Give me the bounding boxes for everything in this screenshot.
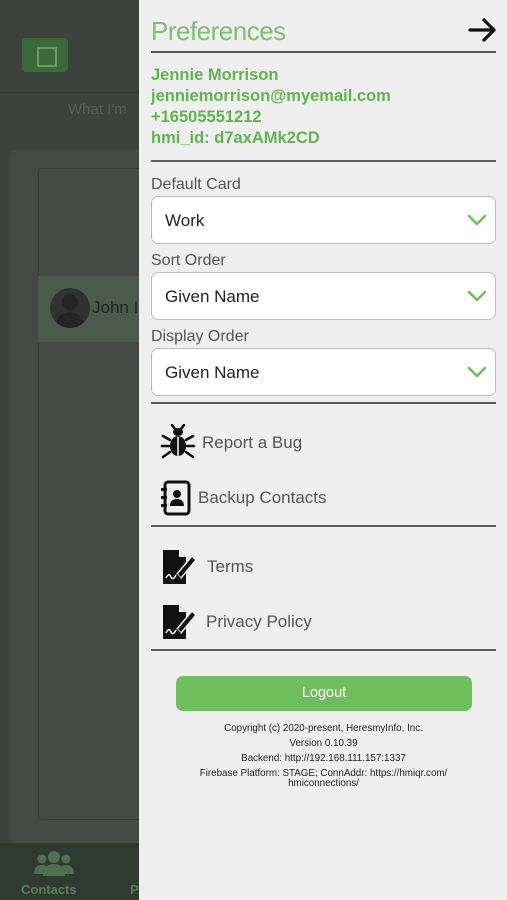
user-email: jenniemorrison@myemail.com — [151, 87, 391, 105]
divider — [151, 51, 496, 53]
logout-button[interactable]: Logout — [176, 676, 472, 711]
divider — [151, 525, 496, 527]
logout-label: Logout — [301, 685, 347, 701]
user-hmi-id: hmi_id: d7axAMk2CD — [151, 129, 320, 147]
divider — [151, 160, 496, 162]
document-sign-icon — [163, 605, 197, 639]
backup-contacts-label: Backup Contacts — [198, 488, 327, 507]
user-phone: +16505551212 — [151, 108, 262, 126]
privacy-policy-button[interactable]: Privacy Policy — [159, 603, 409, 643]
version-text: Version 0.10.39 — [289, 738, 358, 749]
bug-icon — [160, 424, 196, 459]
firebase-text-continued: hmiconnections/ — [288, 778, 359, 789]
privacy-policy-label: Privacy Policy — [206, 612, 312, 631]
search-placeholder[interactable]: What I'm — [68, 101, 127, 118]
sort-order-value: Given Name — [165, 287, 260, 306]
terms-label: Terms — [207, 557, 254, 576]
qr-code-icon[interactable] — [22, 38, 68, 72]
backup-contacts-button[interactable]: Backup Contacts — [159, 479, 409, 519]
chevron-down-icon — [467, 290, 487, 302]
user-name: Jennie Morrison — [151, 66, 279, 84]
tab-second-label[interactable]: P — [130, 882, 139, 897]
divider — [151, 402, 496, 404]
report-bug-label: Report a Bug — [202, 433, 303, 452]
default-card-value: Work — [165, 211, 205, 230]
header-divider — [0, 92, 140, 93]
chevron-down-icon — [467, 366, 487, 378]
avatar — [50, 288, 90, 328]
contact-name: John I — [92, 298, 139, 317]
default-card-label: Default Card — [151, 176, 241, 193]
display-order-label: Display Order — [151, 328, 249, 345]
report-bug-button[interactable]: Report a Bug — [159, 424, 409, 464]
copyright-text: Copyright (c) 2020-present, HeresmyInfo,… — [224, 723, 423, 734]
backend-text: Backend: http://192.168.111.157:1337 — [241, 753, 406, 764]
default-card-select[interactable]: Work — [151, 196, 496, 244]
divider — [151, 649, 496, 651]
preferences-drawer: Preferences Jennie Morrison jenniemorris… — [139, 0, 507, 900]
tab-contacts-label[interactable]: Contacts — [21, 882, 77, 897]
sort-order-select[interactable]: Given Name — [151, 272, 496, 320]
display-order-value: Given Name — [165, 363, 260, 382]
chevron-down-icon — [467, 214, 487, 226]
contacts-list — [38, 168, 148, 820]
terms-button[interactable]: Terms — [159, 548, 409, 588]
contacts-book-icon — [161, 480, 191, 516]
document-sign-icon — [163, 550, 197, 584]
display-order-select[interactable]: Given Name — [151, 348, 496, 396]
contacts-group-icon[interactable] — [34, 850, 74, 876]
arrow-right-icon[interactable] — [467, 16, 499, 44]
sort-order-label: Sort Order — [151, 252, 226, 269]
drawer-title: Preferences — [151, 16, 286, 46]
